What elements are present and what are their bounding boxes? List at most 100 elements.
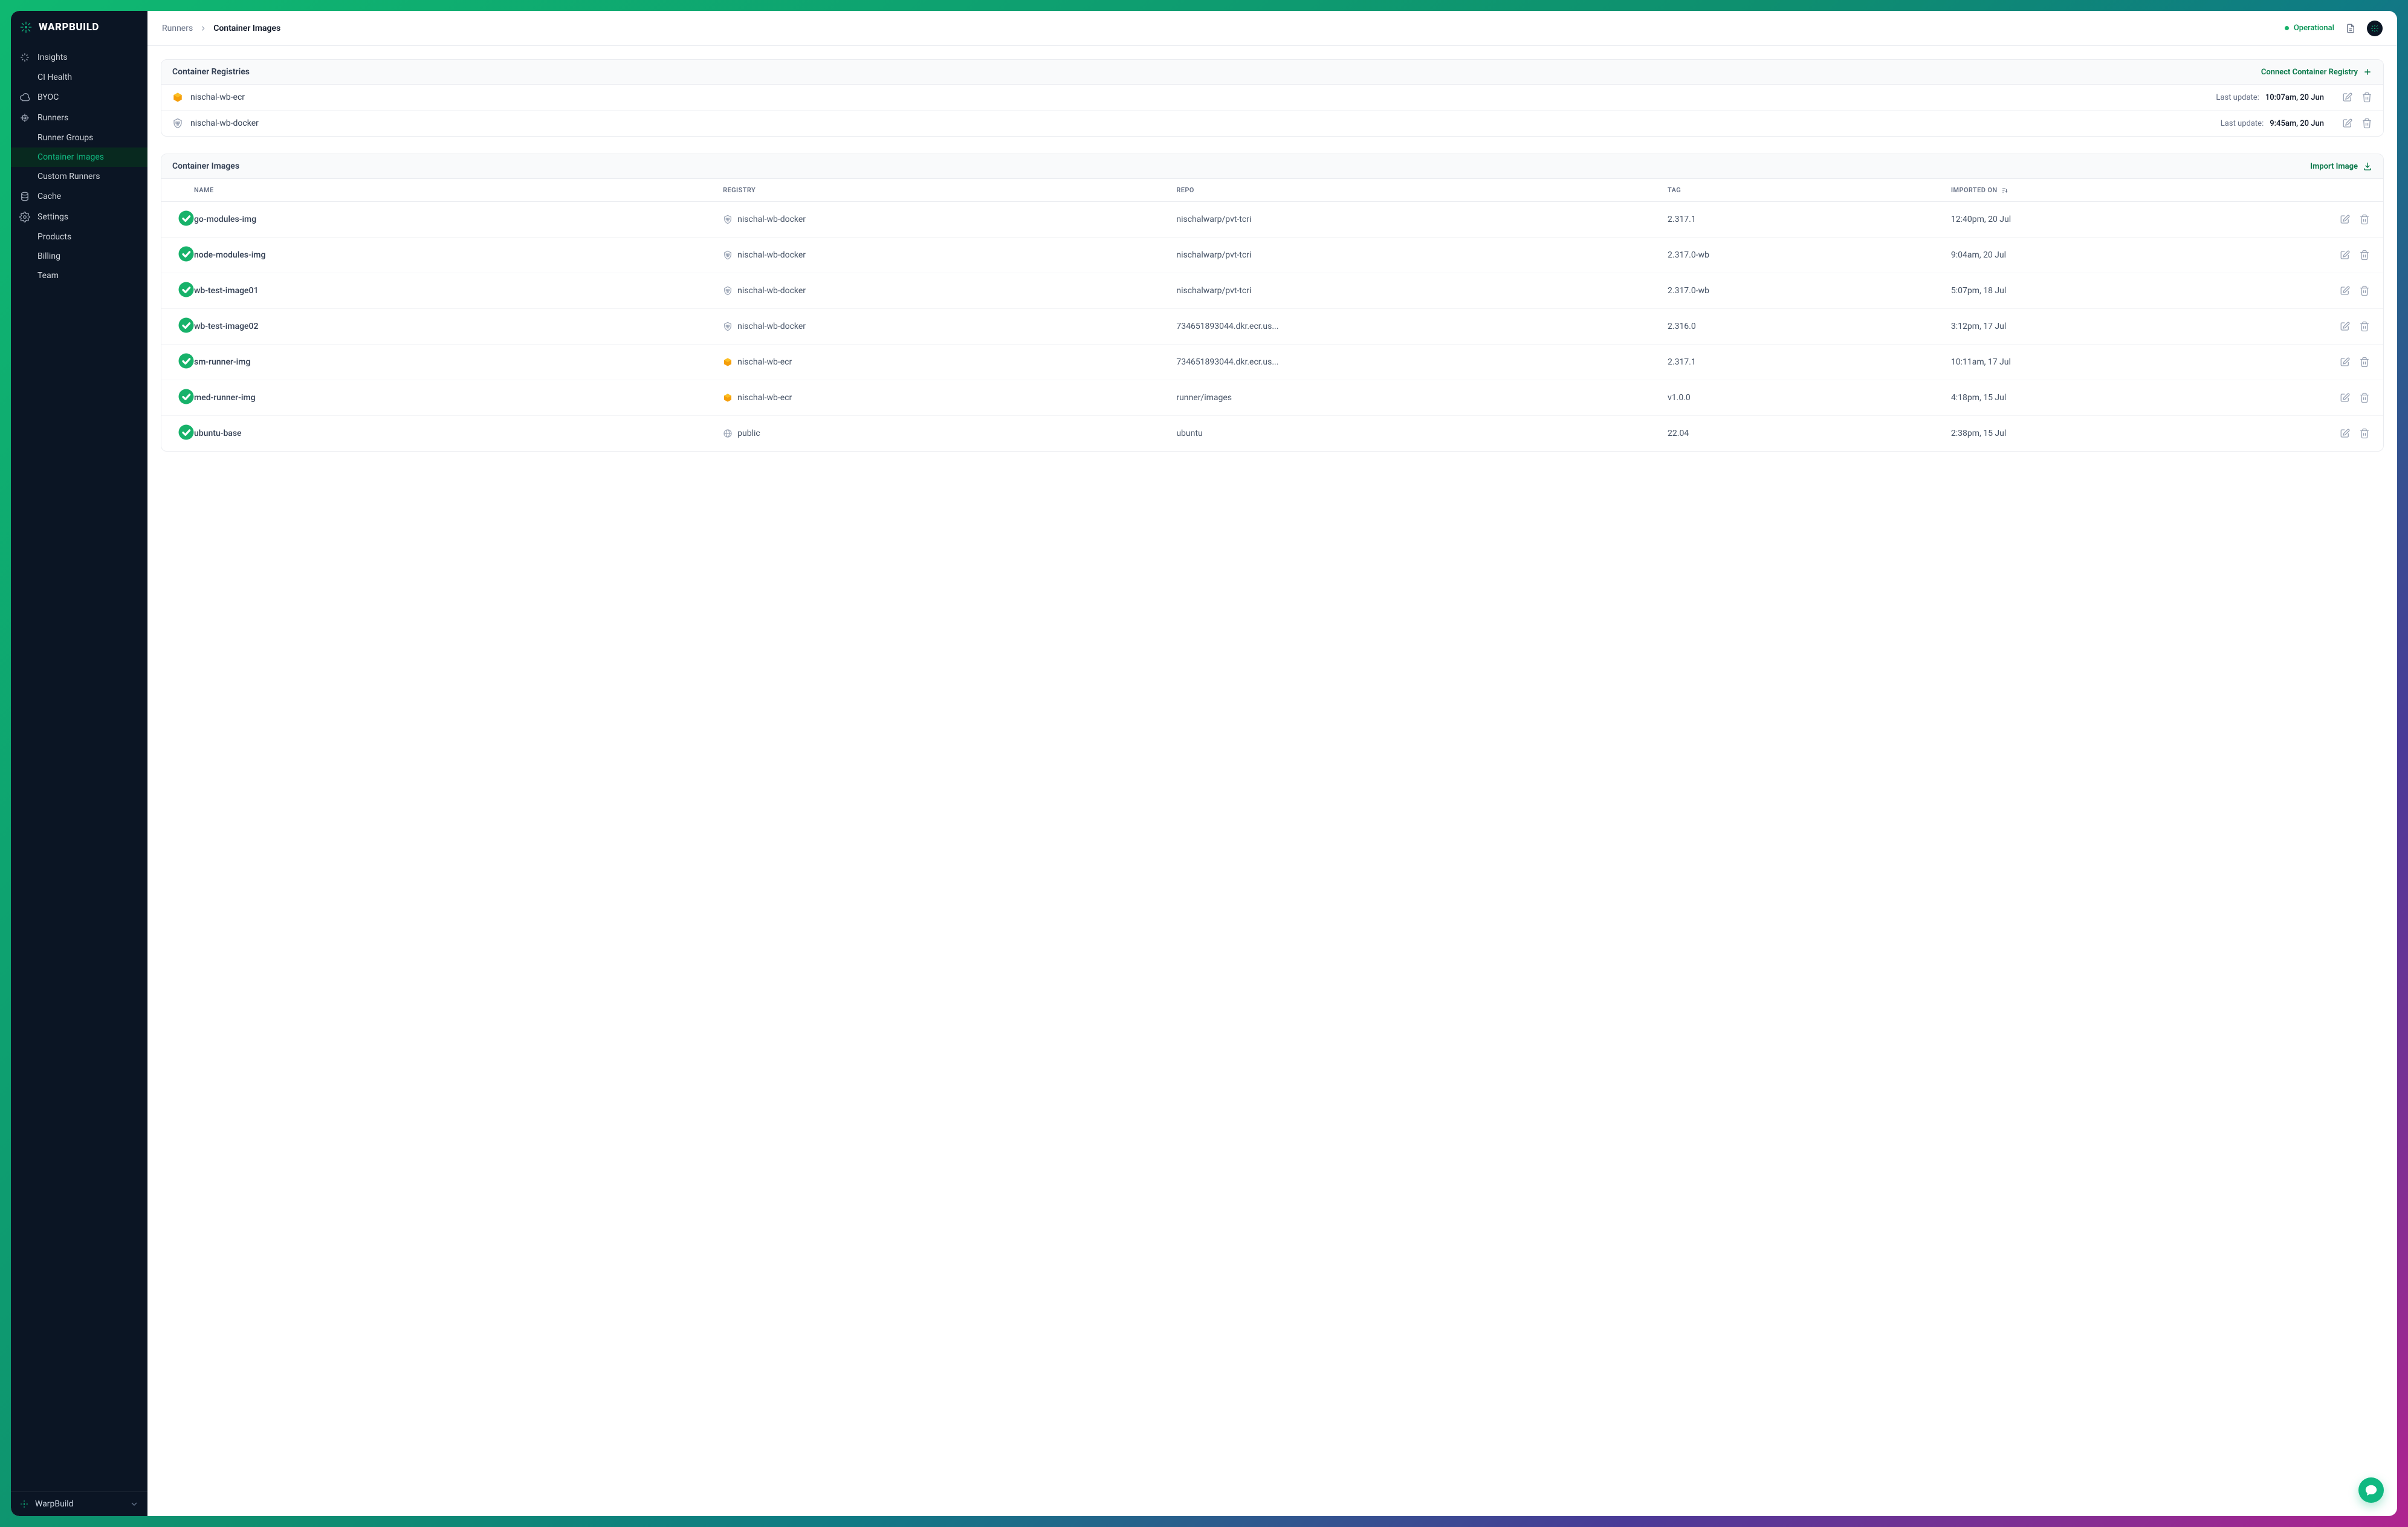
nav-item-container-images[interactable]: Container Images <box>11 148 147 167</box>
image-registry: nischal-wb-docker <box>718 285 1171 297</box>
delete-image-button[interactable] <box>2359 392 2370 403</box>
nav-label: BYOC <box>37 92 59 102</box>
images-table-body: go-modules-imgnischal-wb-dockernischalwa… <box>161 202 2383 451</box>
image-imported: 12:40pm, 20 Jul <box>1946 213 2324 225</box>
col-name: NAME <box>189 185 718 195</box>
image-row[interactable]: wb-test-image02nischal-wb-docker73465189… <box>161 308 2383 344</box>
nav-item-billing[interactable]: Billing <box>11 247 147 266</box>
image-row[interactable]: sm-runner-imgnischal-wb-ecr734651893044.… <box>161 344 2383 380</box>
import-image-label: Import Image <box>2310 162 2358 171</box>
nav-label: Insights <box>37 53 68 62</box>
breadcrumb: Runners Container Images <box>162 24 280 33</box>
image-registry: nischal-wb-docker <box>718 320 1171 332</box>
download-icon <box>2363 161 2372 171</box>
delete-image-button[interactable] <box>2359 285 2370 296</box>
registries-list: nischal-wb-ecrLast update:10:07am, 20 Ju… <box>161 85 2383 136</box>
avatar-logo-icon <box>2370 24 2380 33</box>
image-row[interactable]: ubuntu-basepublicubuntu22.042:38pm, 15 J… <box>161 415 2383 451</box>
delete-image-button[interactable] <box>2359 214 2370 225</box>
user-avatar[interactable] <box>2367 21 2383 36</box>
nav-item-cache[interactable]: Cache <box>11 186 147 207</box>
brand: WARPBUILD <box>11 11 147 44</box>
edit-image-button[interactable] <box>2340 321 2351 332</box>
image-row[interactable]: go-modules-imgnischal-wb-dockernischalwa… <box>161 202 2383 237</box>
image-repo: 734651893044.dkr.ecr.us... <box>1171 320 1663 332</box>
edit-registry-button[interactable] <box>2342 118 2353 129</box>
delete-image-button[interactable] <box>2359 321 2370 332</box>
breadcrumb-current: Container Images <box>213 24 280 33</box>
image-imported: 5:07pm, 18 Jul <box>1946 285 2324 297</box>
chat-button[interactable] <box>2358 1477 2384 1503</box>
edit-image-button[interactable] <box>2340 285 2351 296</box>
connect-registry-label: Connect Container Registry <box>2261 68 2358 77</box>
edit-image-button[interactable] <box>2340 250 2351 261</box>
col-tag: TAG <box>1663 185 1946 195</box>
content: Container Registries Connect Container R… <box>147 46 2397 482</box>
image-registry: nischal-wb-ecr <box>718 356 1171 368</box>
last-update-label: Last update: <box>2216 93 2259 102</box>
nav-item-custom-runners[interactable]: Custom Runners <box>11 167 147 186</box>
edit-registry-button[interactable] <box>2342 92 2353 103</box>
edit-image-button[interactable] <box>2340 214 2351 225</box>
delete-image-button[interactable] <box>2359 428 2370 439</box>
nav-item-runner-groups[interactable]: Runner Groups <box>11 128 147 148</box>
import-image-button[interactable]: Import Image <box>2310 161 2372 171</box>
delete-registry-button[interactable] <box>2361 118 2372 129</box>
nav-item-byoc[interactable]: BYOC <box>11 87 147 108</box>
edit-image-button[interactable] <box>2340 428 2351 439</box>
chevron-right-icon <box>199 24 207 33</box>
registry-name: nischal-wb-ecr <box>190 92 245 102</box>
status-label: Operational <box>2294 24 2334 33</box>
nav-item-ci-health[interactable]: CI Health <box>11 68 147 87</box>
status-dot-icon <box>2285 26 2289 30</box>
image-row[interactable]: med-runner-imgnischal-wb-ecrrunner/image… <box>161 380 2383 415</box>
image-imported: 4:18pm, 15 Jul <box>1946 392 2324 404</box>
org-switcher[interactable]: WarpBuild <box>11 1491 147 1516</box>
image-row[interactable]: node-modules-imgnischal-wb-dockernischal… <box>161 237 2383 273</box>
nav-label: CI Health <box>37 73 72 82</box>
nav-item-settings[interactable]: Settings <box>11 207 147 227</box>
nav-item-team[interactable]: Team <box>11 266 147 285</box>
nav-label: Products <box>37 232 71 242</box>
image-name: go-modules-img <box>189 213 718 225</box>
status-pill[interactable]: Operational <box>2285 24 2334 33</box>
image-tag: 2.317.1 <box>1663 213 1946 225</box>
col-registry: REGISTRY <box>718 185 1171 195</box>
registry-row[interactable]: nischal-wb-dockerLast update:9:45am, 20 … <box>161 110 2383 136</box>
delete-registry-button[interactable] <box>2361 92 2372 103</box>
image-repo: nischalwarp/pvt-tcri <box>1171 249 1663 261</box>
edit-image-button[interactable] <box>2340 392 2351 403</box>
col-imported[interactable]: IMPORTED ON <box>1946 185 2324 195</box>
registries-header: Container Registries Connect Container R… <box>161 60 2383 85</box>
images-card: Container Images Import Image NAME REGIS… <box>161 154 2384 452</box>
topbar-right: Operational <box>2285 21 2383 36</box>
docker-provider-icon <box>172 118 183 129</box>
image-registry: nischal-wb-docker <box>718 213 1171 225</box>
image-imported: 9:04am, 20 Jul <box>1946 249 2324 261</box>
sort-icon <box>2001 187 2008 194</box>
breadcrumb-parent[interactable]: Runners <box>162 24 193 33</box>
warpbuild-logo-icon <box>19 21 33 34</box>
chat-icon <box>2364 1483 2378 1497</box>
image-name: wb-test-image02 <box>189 320 718 332</box>
image-name: sm-runner-img <box>189 356 718 368</box>
connect-registry-button[interactable]: Connect Container Registry <box>2261 67 2372 77</box>
image-row[interactable]: wb-test-image01nischal-wb-dockernischalw… <box>161 273 2383 308</box>
images-table-header: NAME REGISTRY REPO TAG IMPORTED ON <box>161 179 2383 202</box>
chevron-down-icon <box>129 1499 139 1509</box>
image-tag: 2.317.0-wb <box>1663 249 1946 261</box>
image-imported: 2:38pm, 15 Jul <box>1946 427 2324 439</box>
registry-name: nischal-wb-docker <box>190 118 259 128</box>
nav-item-insights[interactable]: Insights <box>11 47 147 68</box>
changelog-icon[interactable] <box>2345 23 2356 34</box>
edit-image-button[interactable] <box>2340 357 2351 368</box>
delete-image-button[interactable] <box>2359 250 2370 261</box>
images-title: Container Images <box>172 161 239 171</box>
nav-label: Cache <box>37 192 61 201</box>
image-repo: 734651893044.dkr.ecr.us... <box>1171 356 1663 368</box>
delete-image-button[interactable] <box>2359 357 2370 368</box>
registry-row[interactable]: nischal-wb-ecrLast update:10:07am, 20 Ju… <box>161 85 2383 110</box>
nav-item-products[interactable]: Products <box>11 227 147 247</box>
nav-item-runners[interactable]: Runners <box>11 108 147 128</box>
plus-icon <box>2363 67 2372 77</box>
